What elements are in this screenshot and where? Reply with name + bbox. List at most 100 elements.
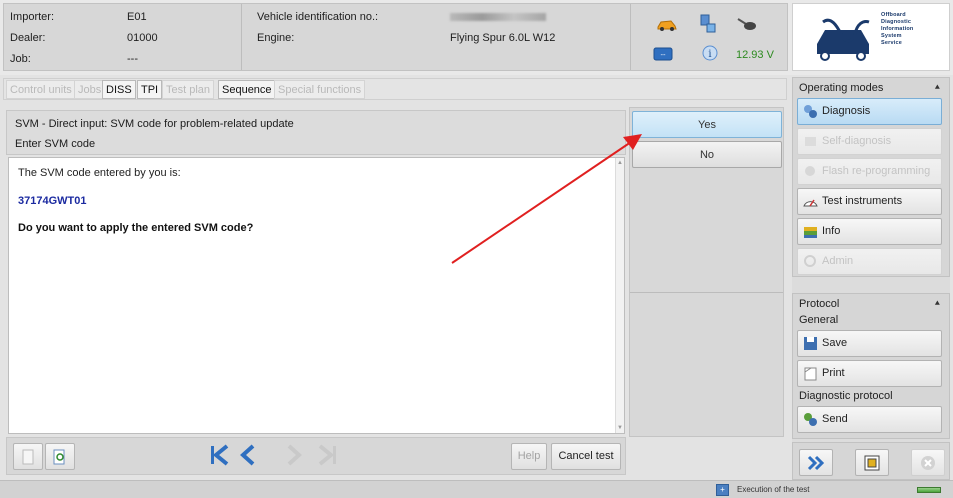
skip-last-icon [318, 444, 336, 466]
sequence-header: SVM - Direct input: SVM code for problem… [6, 110, 626, 155]
mode-diagnosis-label: Diagnosis [822, 105, 871, 117]
document-icon [22, 449, 34, 465]
tab-bar: Control units Jobs DISS TPI Test plan Se… [3, 78, 787, 100]
battery-status-icon [917, 487, 941, 493]
tab-tpi[interactable]: TPI [137, 80, 163, 99]
chevron-right-icon [287, 444, 302, 466]
mode-info-button[interactable]: Info [797, 218, 942, 245]
magnify-document-icon [53, 449, 65, 465]
tab-sequence[interactable]: Sequence [218, 80, 276, 99]
svg-text:--: -- [660, 51, 666, 59]
print-button[interactable]: Print [797, 360, 942, 387]
sequence-subtitle: Enter SVM code [15, 138, 96, 150]
svm-question: Do you want to apply the entered SVM cod… [18, 222, 254, 234]
mode-test-instruments-button[interactable]: Test instruments [797, 188, 942, 215]
dealer-info: Importer: E01 Dealer: 01000 Job: --- [4, 4, 242, 70]
tab-control-units: Control units [6, 80, 76, 99]
job-label: Job: [10, 53, 31, 65]
interface-icon: -- [653, 47, 673, 61]
vehicle-info-panel: Importer: E01 Dealer: 01000 Job: --- Veh… [3, 3, 788, 71]
engine-value: Flying Spur 6.0L W12 [450, 32, 556, 44]
diagnostic-protocol-label: Diagnostic protocol [799, 390, 893, 402]
scroll-up-icon[interactable]: ▲ [617, 160, 623, 166]
mode-admin-button: Admin [797, 248, 942, 275]
status-text: Execution of the test [737, 485, 810, 494]
protocol-title: Protocol [799, 298, 840, 310]
job-value: --- [127, 53, 138, 65]
print-label: Print [822, 367, 845, 379]
mode-test-instruments-label: Test instruments [822, 195, 903, 207]
tab-diss[interactable]: DISS [102, 80, 136, 99]
mode-self-diagnosis-button: Self-diagnosis [797, 128, 942, 155]
info-icon: i [702, 45, 718, 61]
svg-text:i: i [708, 49, 711, 60]
previous-button[interactable] [233, 443, 263, 470]
svm-code-value: 37174GWT01 [18, 195, 87, 207]
send-label: Send [822, 413, 848, 425]
first-button[interactable] [205, 443, 235, 470]
diagnosis-icon [804, 105, 817, 118]
self-diagnosis-icon [805, 137, 816, 146]
odis-logo: Offboard Diagnostic Information System S… [792, 3, 950, 71]
send-icon [804, 413, 817, 426]
sequence-title: SVM - Direct input: SVM code for problem… [15, 118, 294, 130]
network-icon [700, 14, 716, 33]
double-chevron-right-icon [807, 455, 825, 471]
vehicle-info: Vehicle identification no.: Engine: Flyi… [242, 4, 631, 70]
general-label: General [799, 314, 839, 326]
collapse-chevron-icon[interactable]: ⯅ [934, 82, 941, 93]
help-button: Help [511, 443, 547, 470]
cancel-test-button[interactable]: Cancel test [551, 443, 621, 470]
info-book-icon [804, 227, 817, 238]
bottom-toolbar: Help Cancel test [6, 437, 626, 475]
save-button[interactable]: Save [797, 330, 942, 357]
close-circle-icon [921, 456, 935, 470]
tab-special-functions: Special functions [274, 80, 366, 99]
answer-divider [630, 292, 783, 293]
car-diagnostic-logo-icon [817, 18, 870, 61]
sequence-content: The SVM code entered by you is: 37174GWT… [8, 157, 625, 434]
skip-first-icon [211, 444, 229, 466]
content-scrollbar[interactable]: ▲ ▼ [615, 158, 624, 433]
operating-modes-section: Operating modes ⯅ Diagnosis Self-diagnos… [792, 77, 950, 277]
importer-value: E01 [127, 11, 147, 23]
save-label: Save [822, 337, 848, 349]
dealer-value: 01000 [127, 32, 158, 44]
next-button [279, 443, 309, 470]
zoom-document-button[interactable] [45, 443, 75, 470]
mode-flash-button: Flash re-programming [797, 158, 942, 185]
document-button[interactable] [13, 443, 43, 470]
chevron-left-icon [240, 444, 255, 466]
header-bar: Importer: E01 Dealer: 01000 Job: --- Veh… [0, 0, 953, 75]
tab-jobs: Jobs [74, 80, 106, 99]
send-button[interactable]: Send [797, 406, 942, 433]
mode-info-label: Info [822, 225, 841, 237]
mode-admin-label: Admin [822, 255, 854, 267]
vin-value-redacted [450, 13, 546, 21]
forward-button[interactable] [799, 449, 833, 476]
execution-icon: + [716, 484, 729, 496]
flash-icon [805, 166, 815, 176]
mode-self-diagnosis-label: Self-diagnosis [822, 135, 892, 147]
fit-window-icon [864, 455, 880, 471]
mode-diagnosis-button[interactable]: Diagnosis [797, 98, 942, 125]
sidebar-bottom-toolbar [792, 442, 950, 480]
battery-voltage: 12.93 V [736, 49, 774, 61]
yes-button[interactable]: Yes [632, 111, 782, 138]
car-icon [657, 20, 677, 31]
dealer-label: Dealer: [10, 32, 46, 44]
protocol-collapse-icon[interactable]: ⯅ [934, 298, 941, 309]
mode-flash-label: Flash re-programming [822, 165, 931, 177]
cable-plug-icon [737, 18, 756, 30]
scroll-down-icon[interactable]: ▼ [617, 425, 623, 431]
operating-modes-title: Operating modes [799, 82, 884, 94]
tab-test-plan: Test plan [162, 80, 215, 99]
svm-intro-text: The SVM code entered by you is: [18, 167, 181, 179]
test-instruments-icon [803, 199, 818, 207]
close-button [911, 449, 945, 476]
fit-window-button[interactable] [855, 449, 889, 476]
no-button[interactable]: No [632, 141, 782, 168]
print-icon [804, 367, 817, 381]
status-bar: + Execution of the test [0, 480, 953, 498]
save-disk-icon [804, 337, 817, 350]
